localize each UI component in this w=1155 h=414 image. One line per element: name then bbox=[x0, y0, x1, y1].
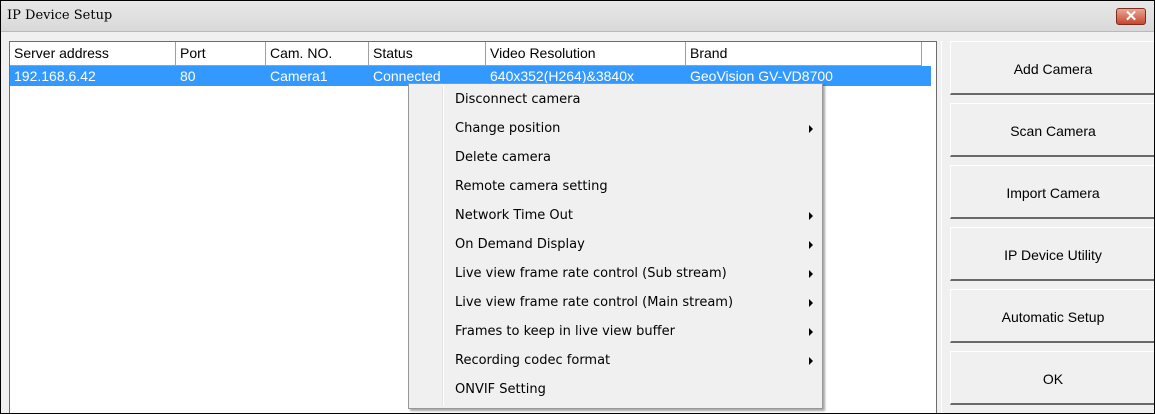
menu-item-recording-codec-format[interactable]: Recording codec format bbox=[411, 347, 820, 376]
submenu-arrow-icon bbox=[809, 357, 813, 365]
submenu-arrow-icon bbox=[809, 125, 813, 133]
close-icon: ✕ bbox=[1124, 8, 1138, 25]
scan-camera-button[interactable]: Scan Camera bbox=[950, 103, 1154, 157]
column-header-status[interactable]: Status bbox=[369, 42, 486, 66]
menu-item-label: Change position bbox=[455, 121, 561, 136]
menu-item-label: ONVIF Setting bbox=[455, 382, 546, 397]
title-bar[interactable]: IP Device Setup ✕ bbox=[1, 1, 1154, 32]
menu-item-label: Frames to keep in live view buffer bbox=[455, 324, 675, 339]
submenu-arrow-icon bbox=[809, 270, 813, 278]
menu-item-label: Network Time Out bbox=[455, 208, 573, 223]
menu-item-label: Remote camera setting bbox=[455, 179, 608, 194]
submenu-arrow-icon bbox=[809, 241, 813, 249]
window-title: IP Device Setup bbox=[7, 8, 113, 23]
menu-item-live-view-frame-rate-sub[interactable]: Live view frame rate control (Sub stream… bbox=[411, 260, 820, 289]
menu-item-onvif-setting[interactable]: ONVIF Setting bbox=[411, 376, 820, 405]
ok-button[interactable]: OK bbox=[950, 351, 1154, 405]
column-header-port[interactable]: Port bbox=[176, 42, 266, 66]
menu-item-delete-camera[interactable]: Delete camera bbox=[411, 144, 820, 173]
column-header-brand[interactable]: Brand bbox=[686, 42, 922, 66]
automatic-setup-button[interactable]: Automatic Setup bbox=[950, 289, 1154, 343]
close-button[interactable]: ✕ bbox=[1116, 8, 1146, 25]
column-header-server-address[interactable]: Server address bbox=[10, 42, 176, 66]
cell-cam-no: Camera1 bbox=[270, 68, 328, 84]
menu-item-disconnect-camera[interactable]: Disconnect camera bbox=[411, 86, 820, 115]
cell-server-address: 192.168.6.42 bbox=[14, 68, 96, 84]
ip-device-utility-button[interactable]: IP Device Utility bbox=[950, 227, 1154, 281]
add-camera-button[interactable]: Add Camera bbox=[950, 41, 1154, 95]
menu-item-label: Live view frame rate control (Sub stream… bbox=[455, 266, 727, 281]
menu-item-change-position[interactable]: Change position bbox=[411, 115, 820, 144]
menu-item-label: Disconnect camera bbox=[455, 92, 581, 107]
menu-item-label: Recording codec format bbox=[455, 353, 611, 368]
action-panel: Add Camera Scan Camera Import Camera IP … bbox=[941, 41, 1154, 413]
menu-item-label: Live view frame rate control (Main strea… bbox=[455, 295, 734, 310]
submenu-arrow-icon bbox=[809, 299, 813, 307]
column-header-video-resolution[interactable]: Video Resolution bbox=[486, 42, 686, 66]
import-camera-button[interactable]: Import Camera bbox=[950, 165, 1154, 219]
menu-item-frames-to-keep[interactable]: Frames to keep in live view buffer bbox=[411, 318, 820, 347]
context-menu: Disconnect camera Change position Delete… bbox=[408, 83, 823, 409]
submenu-arrow-icon bbox=[809, 212, 813, 220]
menu-item-label: On Demand Display bbox=[455, 237, 585, 252]
menu-item-live-view-frame-rate-main[interactable]: Live view frame rate control (Main strea… bbox=[411, 289, 820, 318]
submenu-arrow-icon bbox=[809, 328, 813, 336]
menu-item-label: Delete camera bbox=[455, 150, 551, 165]
column-header-cam-no[interactable]: Cam. NO. bbox=[266, 42, 369, 66]
menu-item-remote-camera-setting[interactable]: Remote camera setting bbox=[411, 173, 820, 202]
menu-item-on-demand-display[interactable]: On Demand Display bbox=[411, 231, 820, 260]
menu-item-network-time-out[interactable]: Network Time Out bbox=[411, 202, 820, 231]
cell-port: 80 bbox=[180, 68, 196, 84]
